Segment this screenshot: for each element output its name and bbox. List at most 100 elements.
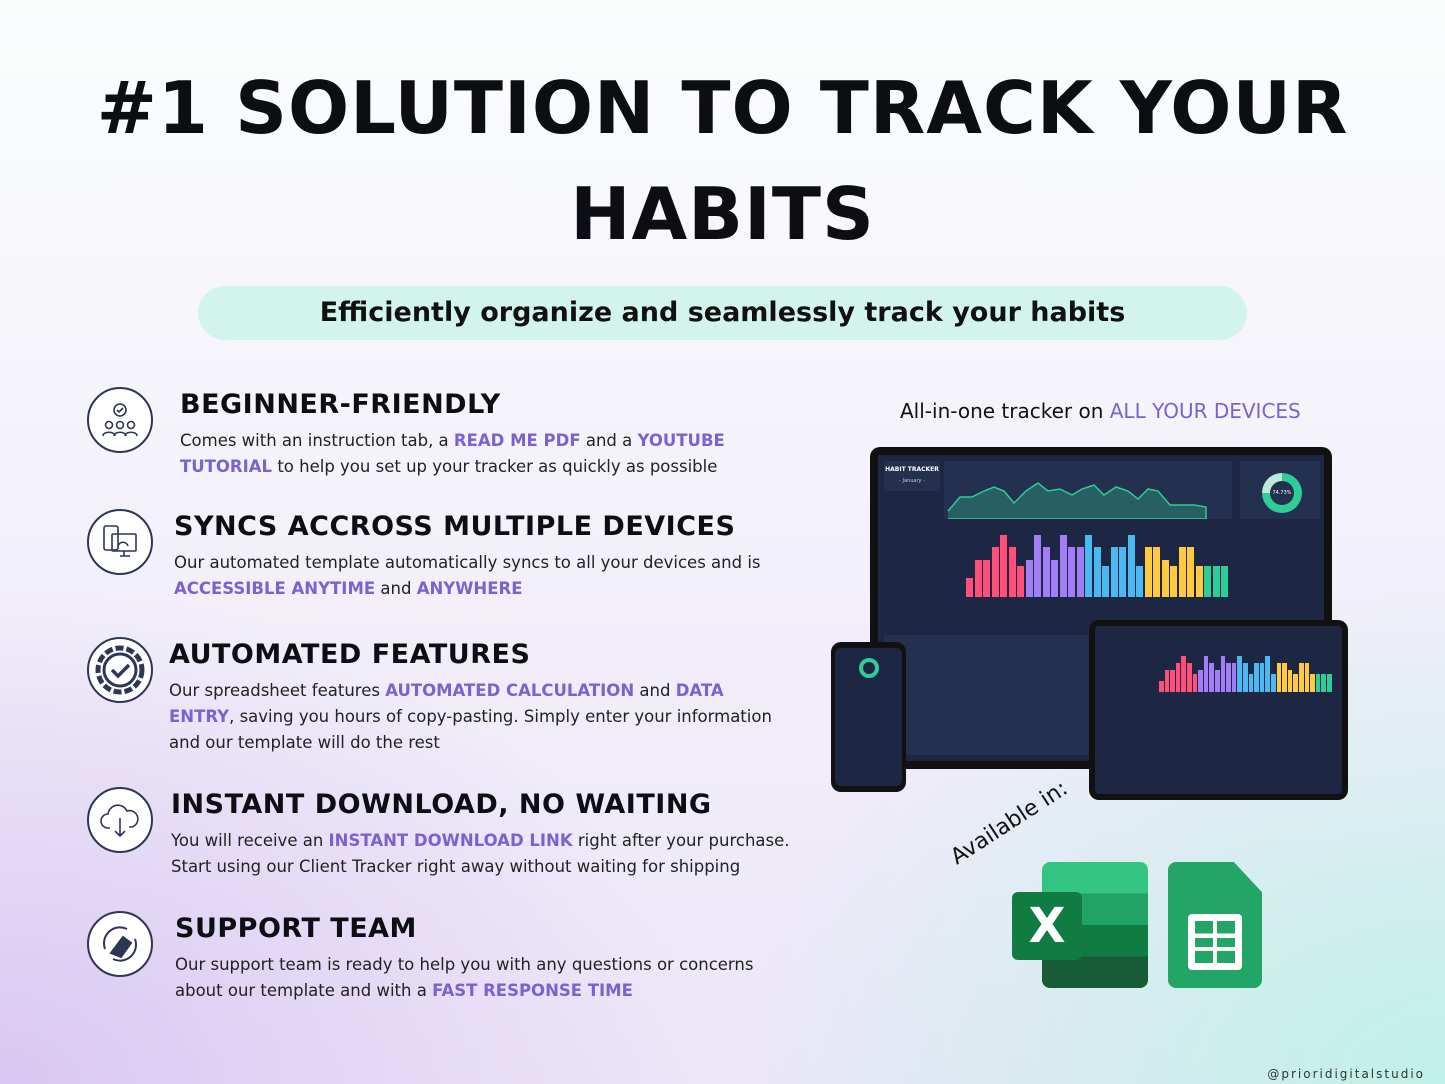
tablet-screen [1095, 626, 1342, 794]
mockup-bar [1204, 566, 1211, 597]
mockup-bar [1220, 656, 1226, 692]
feature-heading: AUTOMATED FEATURES [169, 639, 531, 670]
feature-automated: AUTOMATED FEATURES Our spreadsheet featur… [169, 639, 789, 756]
feature-support-team: SUPPORT TEAM Our support team is ready to… [175, 913, 795, 1004]
mockup-bar [1248, 674, 1254, 692]
highlight-text: INSTANT DOWNLOAD LINK [328, 831, 573, 850]
phone-mockup [831, 642, 906, 792]
mockup-bar [1310, 674, 1315, 692]
highlight-text: ANYWHERE [416, 579, 523, 598]
description-text: Comes with an instruction tab, a [180, 431, 454, 450]
feature-description: Our automated template automatically syn… [174, 550, 774, 602]
feature-description: You will receive an INSTANT DOWNLOAD LIN… [171, 828, 791, 880]
phone-screen [835, 648, 902, 786]
excel-icon: X [1012, 862, 1148, 988]
subtitle-banner: Efficiently organize and seamlessly trac… [198, 286, 1247, 340]
mockup-bar [1178, 547, 1186, 597]
mockup-bar [1209, 663, 1214, 692]
mockup-bar [991, 547, 999, 597]
mockup-bar [1215, 670, 1220, 692]
mockup-bar [1212, 566, 1220, 597]
description-text: Our spreadsheet features [169, 681, 386, 700]
mockup-bar [1034, 535, 1041, 597]
mockup-bar [983, 559, 990, 597]
mockup-bar [1265, 656, 1270, 692]
mockup-bar [1321, 674, 1326, 692]
mockup-bar [1282, 663, 1287, 692]
tablet-mockup [1089, 620, 1348, 800]
cloud-download-icon [87, 787, 153, 853]
mockup-bar [1181, 656, 1186, 692]
mockup-month: - January - [899, 478, 925, 484]
mockup-bar [1315, 674, 1321, 692]
mockup-title: HABIT TRACKER [885, 466, 939, 473]
description-text: and [634, 681, 676, 700]
feature-syncs-devices: SYNCS ACCROSS MULTIPLE DEVICES Our automa… [174, 511, 774, 602]
gear-team-icon [87, 387, 153, 453]
feature-beginner-friendly: BEGINNER-FRIENDLY Comes with an instructi… [180, 389, 820, 480]
mockup-bar [1198, 670, 1203, 692]
headline-line-2: HABITS [570, 172, 875, 256]
feature-instant-download: INSTANT DOWNLOAD, NO WAITING You will rec… [171, 789, 791, 880]
mockup-bar [1243, 663, 1248, 692]
mockup-bar [1076, 547, 1084, 597]
mockup-bar [1327, 674, 1332, 692]
mockup-bar [1161, 559, 1169, 597]
mockup-bar [1293, 674, 1298, 692]
mockup-bar [1110, 547, 1118, 597]
mockup-bar [1170, 670, 1175, 692]
feature-heading: SYNCS ACCROSS MULTIPLE DEVICES [174, 511, 736, 542]
mockup-bar [1226, 663, 1231, 692]
mockup-bar [1259, 663, 1265, 692]
mockup-bar [1153, 547, 1160, 597]
mockup-bar [1144, 547, 1152, 597]
mockup-bar [1170, 566, 1177, 597]
mockup-line-chart [944, 461, 1232, 520]
mockup-bar [1304, 663, 1310, 692]
mockup-bar [1192, 674, 1198, 692]
mockup-bar [1085, 535, 1092, 597]
mockup-bar-chart [966, 535, 1236, 597]
devices-caption: All-in-one tracker on ALL YOUR DEVICES [900, 399, 1301, 423]
available-in-label: Available in: [946, 776, 1073, 870]
feature-heading: INSTANT DOWNLOAD, NO WAITING [171, 789, 712, 820]
devices-caption-highlight: ALL YOUR DEVICES [1109, 399, 1301, 423]
mockup-bar [1164, 670, 1170, 692]
handshake-support-icon [87, 911, 153, 977]
mockup-bar [1175, 663, 1181, 692]
mockup-bar [1237, 656, 1242, 692]
mockup-bar [1059, 535, 1067, 597]
devices-sync-icon [87, 509, 153, 575]
highlight-text: FAST RESPONSE TIME [432, 981, 633, 1000]
mockup-bar [1093, 547, 1101, 597]
feature-description: Our spreadsheet features AUTOMATED CALCU… [169, 678, 789, 756]
feature-heading: BEGINNER-FRIENDLY [180, 389, 501, 420]
mockup-bar [1276, 663, 1282, 692]
google-sheets-icon [1168, 862, 1262, 988]
mockup-bar [1068, 547, 1075, 597]
description-text: Our automated template automatically syn… [174, 553, 761, 572]
headline-line-1: #1 SOLUTION TO TRACK YOUR [96, 66, 1349, 150]
highlight-text: AUTOMATED CALCULATION [385, 681, 635, 700]
mockup-title-box: HABIT TRACKER - January - [884, 461, 940, 491]
mockup-bar [1008, 547, 1016, 597]
mockup-bar [1119, 547, 1126, 597]
excel-letter: X [1012, 892, 1082, 960]
mockup-bar [1102, 566, 1109, 597]
mockup-donut: 74.73% [1240, 461, 1320, 519]
mockup-bar [966, 578, 973, 597]
watermark: @prioridigitalstudio [1267, 1067, 1425, 1081]
description-text: to help you set up your tracker as quick… [272, 457, 718, 476]
mockup-bar [1051, 559, 1058, 597]
description-text: , saving you hours of copy-pasting. Simp… [169, 707, 772, 752]
devices-caption-prefix: All-in-one tracker on [900, 399, 1110, 423]
mockup-bar [974, 559, 982, 597]
mockup-bar [1203, 656, 1209, 692]
feature-description: Comes with an instruction tab, a READ ME… [180, 428, 820, 480]
mockup-bar [1299, 663, 1304, 692]
feature-heading: SUPPORT TEAM [175, 913, 417, 944]
mockup-bar [1254, 663, 1259, 692]
mockup-bar [1000, 535, 1007, 597]
description-text: and [375, 579, 417, 598]
mockup-bar [1221, 566, 1228, 597]
